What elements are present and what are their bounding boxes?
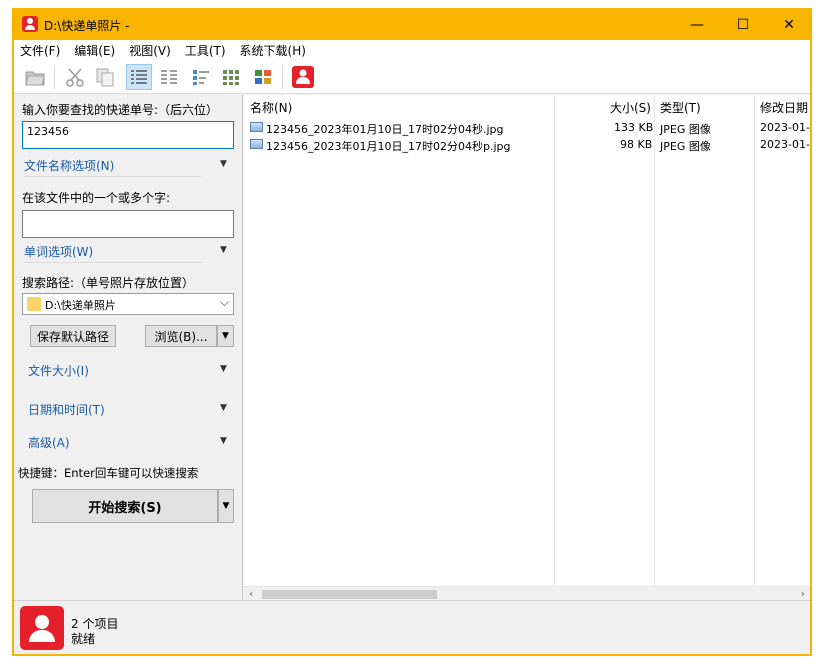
file-size-section[interactable]: 文件大小(I) ▼ [28,362,234,382]
path-value: D:\快递单照片 [45,299,116,312]
column-type[interactable]: 类型(T) [660,95,701,117]
menu-download[interactable]: 系统下载(H) [240,42,306,59]
status-state: 就绪 [71,632,96,646]
words-label: 在该文件中的一个或多个字: [22,191,171,205]
column-date[interactable]: 修改日期 [760,95,808,117]
file-date: 2023-01-1 [760,121,812,134]
results-list: 名称(N) 大小(S) 类型(T) 修改日期 123456_2023年01月10… [244,95,810,600]
file-date: 2023-01-1 [760,138,812,151]
list-view-icon[interactable] [156,64,182,90]
app-window: D:\快递单照片 - — ☐ ✕ 文件(F) 编辑(E) 视图(V) 工具(T)… [12,8,812,656]
file-type: JPEG 图像 [660,123,711,136]
image-file-icon [250,139,263,149]
word-options-label: 单词选项(W) [24,245,94,259]
column-size[interactable]: 大小(S) [610,95,651,117]
open-folder-icon[interactable] [22,64,48,90]
table-row[interactable]: 123456_2023年01月10日_17时02分04秒p.jpg 98 KB … [244,136,810,153]
file-size: 98 KB [620,138,653,151]
minimize-button[interactable]: — [674,10,720,40]
browse-dropdown-button[interactable]: ▼ [217,325,234,347]
search-dropdown-button[interactable]: ▼ [218,489,234,523]
details-view-icon[interactable] [126,64,152,90]
maximize-button[interactable]: ☐ [720,10,766,40]
query-input[interactable]: 123456 [22,121,234,149]
query-label: 输入你要查找的快递单号:（后六位） [22,103,219,117]
date-time-label: 日期和时间(T) [28,403,105,417]
window-title: D:\快递单照片 - [44,19,130,33]
search-panel: 输入你要查找的快递单号:（后六位） 123456 文件名称选项(N) ▼ 在该文… [14,95,243,600]
expand-arrow-icon: ▼ [220,403,227,413]
menu-edit[interactable]: 编辑(E) [74,42,115,59]
menu-tools[interactable]: 工具(T) [185,42,226,59]
tiles-view-icon[interactable] [218,64,244,90]
column-name[interactable]: 名称(N) [250,95,292,117]
menu-view[interactable]: 视图(V) [129,42,171,59]
menu-file[interactable]: 文件(F) [20,42,60,59]
app-logo-icon[interactable] [290,64,316,90]
table-row[interactable]: 123456_2023年01月10日_17时02分04秒.jpg 133 KB … [244,119,810,136]
scroll-left-icon[interactable]: ‹ [249,587,253,600]
advanced-section[interactable]: 高级(A) ▼ [28,434,234,454]
file-name: 123456_2023年01月10日_17时02分04秒.jpg [266,123,504,136]
title-bar: D:\快递单照片 - — ☐ ✕ [14,10,810,40]
scroll-thumb[interactable] [262,590,437,599]
chevron-down-icon: ⌵ [219,295,229,309]
filename-options-section[interactable]: 文件名称选项(N) ▼ [24,157,234,177]
expand-arrow-icon: ▼ [220,159,227,169]
status-bar: 2 个项目 就绪 [14,600,810,654]
expand-arrow-icon: ▼ [220,436,227,446]
path-label: 搜索路径:（单号照片存放位置） [22,276,195,290]
scroll-right-icon[interactable]: › [801,587,805,600]
browse-button[interactable]: 浏览(B)... [145,325,217,347]
words-input[interactable] [22,210,234,238]
start-search-button[interactable]: 开始搜索(S) [32,489,218,523]
path-combo[interactable]: D:\快递单照片 ⌵ [22,293,234,315]
app-logo-icon [22,16,38,32]
file-size-label: 文件大小(I) [28,364,89,378]
file-size: 133 KB [614,121,654,134]
cut-icon[interactable] [62,64,88,90]
thumbnails-view-icon[interactable] [250,64,276,90]
filename-options-label: 文件名称选项(N) [24,159,115,173]
date-time-section[interactable]: 日期和时间(T) ▼ [28,401,234,421]
copy-icon[interactable] [92,64,118,90]
advanced-label: 高级(A) [28,436,70,450]
file-name: 123456_2023年01月10日_17时02分04秒p.jpg [266,140,511,153]
close-button[interactable]: ✕ [766,10,810,40]
small-icons-view-icon[interactable] [188,64,214,90]
menu-bar: 文件(F) 编辑(E) 视图(V) 工具(T) 系统下载(H) [14,40,810,60]
expand-arrow-icon: ▼ [220,245,227,255]
app-logo-icon [20,606,64,650]
file-type: JPEG 图像 [660,140,711,153]
toolbar [14,60,810,94]
folder-icon [27,297,41,311]
save-default-path-button[interactable]: 保存默认路径 [30,325,116,347]
shortcut-hint: 快捷键：Enter回车键可以快速搜索 [18,466,199,480]
expand-arrow-icon: ▼ [220,364,227,374]
image-file-icon [250,122,263,132]
horizontal-scrollbar[interactable]: ‹ › [244,586,810,600]
word-options-section[interactable]: 单词选项(W) ▼ [24,243,234,263]
